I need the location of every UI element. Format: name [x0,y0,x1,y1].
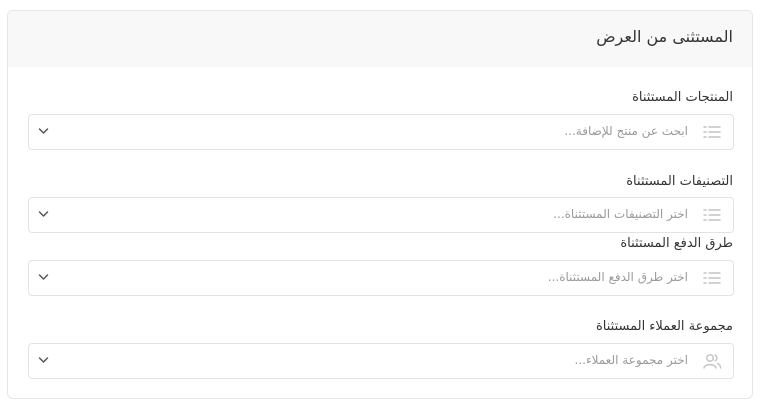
excluded-payment-methods-label: طرق الدفع المستثناة [620,236,733,251]
list-icon [703,209,721,221]
chevron-down-icon[interactable] [38,127,49,135]
excluded-categories-label: التصنيفات المستثناة [626,174,733,189]
users-icon [703,354,722,369]
excluded-products-select[interactable]: ابحث عن منتج للإضافة... [28,114,734,150]
excluded-customer-group-label: مجموعة العملاء المستثناة [595,319,733,334]
list-icon [703,272,721,284]
excluded-products-label: المنتجات المستثناة [632,90,733,105]
excluded-products-placeholder: ابحث عن منتج للإضافة... [564,124,688,138]
excluded-customer-group-placeholder: اختر مجموعة العملاء... [574,353,689,367]
excluded-categories-placeholder: اختر التصنيفات المستثناة... [553,207,688,221]
excluded-payment-methods-select[interactable]: اختر طرق الدفع المستثناة... [28,260,734,296]
chevron-down-icon[interactable] [38,273,49,281]
list-icon [703,126,721,138]
chevron-down-icon[interactable] [38,356,49,364]
excluded-payment-methods-placeholder: اختر طرق الدفع المستثناة... [547,270,688,284]
excluded-from-offer-card: المستثنى من العرض المنتجات المستثناة ابح… [7,10,753,399]
card-header: المستثنى من العرض [8,11,752,67]
chevron-down-icon[interactable] [38,210,49,218]
excluded-categories-select[interactable]: اختر التصنيفات المستثناة... [28,197,734,233]
excluded-customer-group-select[interactable]: اختر مجموعة العملاء... [28,343,734,379]
card-title: المستثنى من العرض [596,27,733,46]
